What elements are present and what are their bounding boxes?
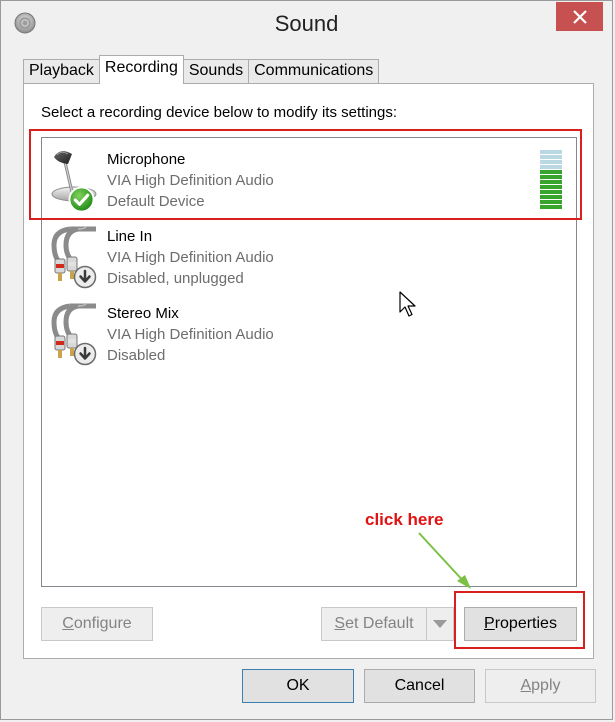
tab-communications[interactable]: Communications xyxy=(248,59,380,83)
device-item-stereo-mix[interactable]: Stereo Mix VIA High Definition Audio Dis… xyxy=(42,292,576,369)
mouse-cursor-icon xyxy=(399,291,416,317)
sound-dialog: Sound Playback Recording Sounds Communic… xyxy=(0,0,613,720)
device-name: Stereo Mix xyxy=(107,305,179,322)
device-driver: VIA High Definition Audio xyxy=(107,249,274,266)
set-default-dropdown[interactable] xyxy=(426,607,454,641)
device-status: Disabled, unplugged xyxy=(107,270,244,287)
set-default-button[interactable]: Set Default xyxy=(321,607,427,641)
annotation-arrow-icon xyxy=(418,532,471,589)
ok-button[interactable]: OK xyxy=(242,669,354,703)
device-status: Disabled xyxy=(107,347,166,364)
tab-sounds[interactable]: Sounds xyxy=(182,59,250,83)
chevron-down-icon xyxy=(433,620,447,628)
device-item-line-in[interactable]: Line In VIA High Definition Audio Disabl… xyxy=(42,215,576,292)
tab-strip: Playback Recording Sounds Communications xyxy=(23,55,380,84)
tab-recording[interactable]: Recording xyxy=(98,55,184,84)
annotation-label: click here xyxy=(365,510,444,529)
instruction-text: Select a recording device below to modif… xyxy=(41,104,398,121)
cancel-button[interactable]: Cancel xyxy=(364,669,475,703)
set-default-mnemonic: S xyxy=(334,615,346,632)
highlight-box-microphone xyxy=(29,129,582,220)
tab-playback[interactable]: Playback xyxy=(23,59,100,83)
device-driver: VIA High Definition Audio xyxy=(107,326,274,343)
window-title: Sound xyxy=(274,11,339,36)
disabled-down-arrow-icon xyxy=(73,265,97,289)
configure-label: onfigure xyxy=(73,615,132,632)
close-icon xyxy=(572,9,587,24)
configure-mnemonic: C xyxy=(62,615,74,632)
apply-label: pply xyxy=(531,677,561,694)
close-button[interactable] xyxy=(556,2,603,31)
highlight-box-properties xyxy=(454,591,585,649)
set-default-label: et Default xyxy=(345,615,414,632)
device-name: Line In xyxy=(107,228,153,245)
configure-button[interactable]: Configure xyxy=(41,607,153,641)
disabled-down-arrow-icon xyxy=(73,342,97,366)
apply-button[interactable]: Apply xyxy=(485,669,596,703)
apply-mnemonic: A xyxy=(520,677,532,694)
